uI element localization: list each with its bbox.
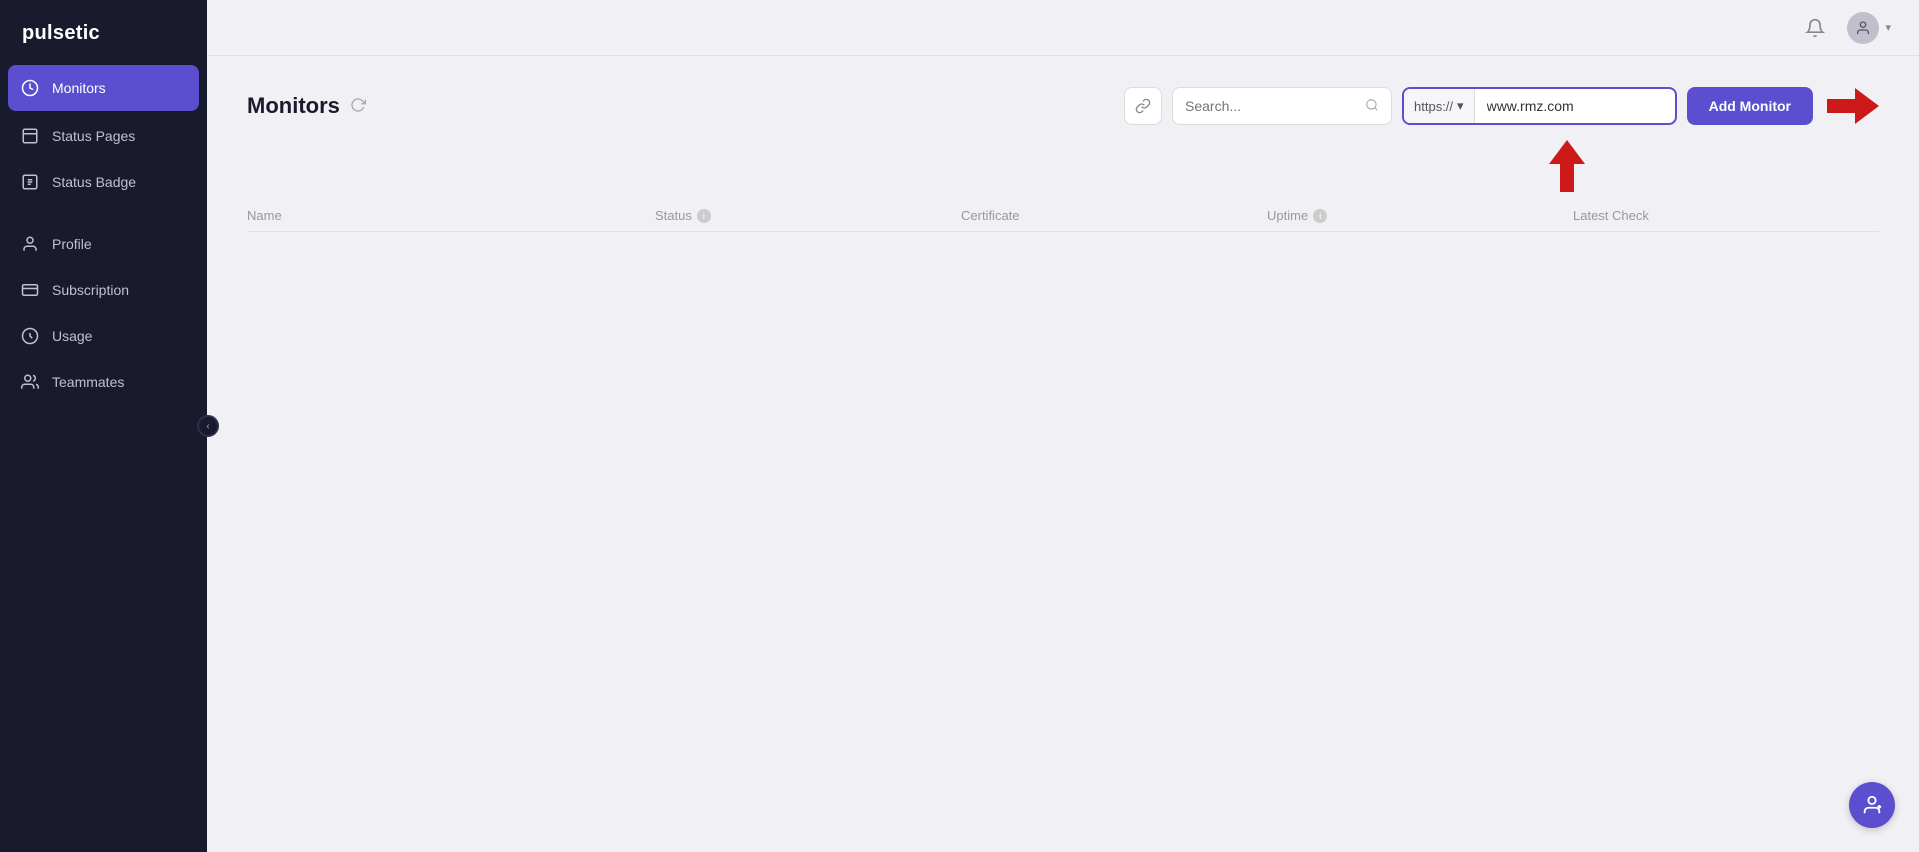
sidebar-item-usage-label: Usage (52, 328, 92, 344)
sidebar-item-status-pages[interactable]: Status Pages (0, 113, 207, 159)
table-header: Name Status i Certificate Uptime i Lates… (247, 200, 1879, 232)
usage-icon (20, 326, 40, 346)
topbar-user-menu[interactable]: ▾ (1847, 12, 1891, 44)
profile-icon (20, 234, 40, 254)
sidebar-item-teammates[interactable]: Teammates (0, 359, 207, 405)
status-badge-icon (20, 172, 40, 192)
table-body (247, 236, 1879, 636)
col-header-latest-check: Latest Check (1573, 208, 1879, 223)
sidebar: pulsetic Monitors Status Pages (0, 0, 207, 852)
sidebar-item-teammates-label: Teammates (52, 374, 124, 390)
protocol-chevron-icon: ▾ (1457, 98, 1464, 114)
add-monitor-button[interactable]: Add Monitor (1687, 87, 1813, 125)
sidebar-item-status-badge[interactable]: Status Badge (0, 159, 207, 205)
url-protocol-label: https:// (1414, 99, 1453, 114)
floating-avatar-button[interactable] (1849, 782, 1895, 828)
col-header-certificate: Certificate (961, 208, 1267, 223)
col-header-name-label: Name (247, 208, 282, 223)
url-protocol-select[interactable]: https:// ▾ (1404, 89, 1475, 123)
col-header-status: Status i (655, 208, 961, 223)
sidebar-item-profile[interactable]: Profile (0, 221, 207, 267)
red-arrow-up-icon (1545, 140, 1589, 192)
search-box (1172, 87, 1392, 125)
sidebar-item-subscription-label: Subscription (52, 282, 129, 298)
sidebar-item-subscription[interactable]: Subscription (0, 267, 207, 313)
link-icon-button[interactable] (1124, 87, 1162, 125)
main-content: ▾ Monitors (207, 0, 1919, 852)
col-header-uptime: Uptime i (1267, 208, 1573, 223)
red-arrow-right-icon (1827, 84, 1879, 128)
status-pages-icon (20, 126, 40, 146)
monitors-header: Monitors (247, 84, 1879, 128)
sidebar-item-status-pages-label: Status Pages (52, 128, 135, 144)
page-title: Monitors (247, 93, 340, 119)
monitors-title: Monitors (247, 93, 366, 119)
monitors-actions: https:// ▾ Add Monitor (1124, 84, 1879, 128)
teammates-icon (20, 372, 40, 392)
app-logo: pulsetic (0, 0, 207, 63)
col-header-latest-check-label: Latest Check (1573, 208, 1649, 223)
refresh-icon[interactable] (350, 97, 366, 116)
search-input[interactable] (1185, 98, 1357, 114)
topbar: ▾ (207, 0, 1919, 56)
url-input-group: https:// ▾ (1402, 87, 1677, 125)
col-header-certificate-label: Certificate (961, 208, 1020, 223)
arrow-annotation-right (1827, 84, 1879, 128)
uptime-info-icon[interactable]: i (1313, 209, 1327, 223)
sidebar-item-usage[interactable]: Usage (0, 313, 207, 359)
search-icon (1365, 98, 1379, 115)
page-content: Monitors (207, 56, 1919, 852)
status-info-icon[interactable]: i (697, 209, 711, 223)
subscription-icon (20, 280, 40, 300)
arrow-annotation-up (247, 140, 1589, 192)
monitor-icon (20, 78, 40, 98)
col-header-name: Name (247, 208, 655, 223)
col-header-status-label: Status (655, 208, 692, 223)
notifications-bell[interactable] (1801, 14, 1829, 42)
avatar (1847, 12, 1879, 44)
sidebar-nav: Monitors Status Pages Status Badge (0, 63, 207, 852)
sidebar-item-monitors-label: Monitors (52, 80, 106, 96)
col-header-uptime-label: Uptime (1267, 208, 1308, 223)
sidebar-item-profile-label: Profile (52, 236, 92, 252)
sidebar-collapse-button[interactable]: ‹ (197, 415, 219, 437)
url-input[interactable] (1475, 98, 1675, 114)
sidebar-item-status-badge-label: Status Badge (52, 174, 136, 190)
user-menu-chevron: ▾ (1885, 21, 1891, 34)
sidebar-item-monitors[interactable]: Monitors (8, 65, 199, 111)
